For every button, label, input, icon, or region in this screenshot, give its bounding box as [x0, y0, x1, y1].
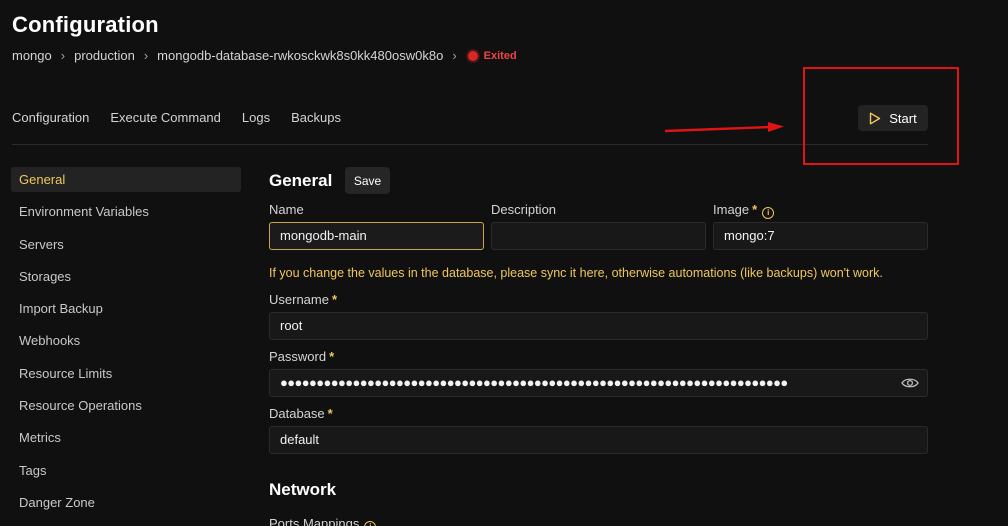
- breadcrumb: mongo › production › mongodb-database-rw…: [12, 48, 517, 63]
- sidebar-item-resource-operations[interactable]: Resource Operations: [11, 393, 241, 425]
- tab-bar: Configuration Execute Command Logs Backu…: [12, 110, 362, 125]
- eye-icon[interactable]: [901, 376, 919, 390]
- status-badge: Exited: [483, 49, 517, 62]
- sidebar-item-general[interactable]: General: [11, 167, 241, 192]
- status-dot-icon: [467, 50, 478, 61]
- database-label: Database *: [269, 406, 333, 421]
- arrow-annotation: [664, 122, 784, 133]
- annotation-highlight-box: [803, 67, 959, 165]
- required-mark: *: [331, 292, 338, 307]
- name-label: Name: [269, 202, 304, 217]
- username-input[interactable]: root: [269, 312, 928, 340]
- tab-logs[interactable]: Logs: [242, 110, 270, 125]
- tab-execute-command[interactable]: Execute Command: [110, 110, 221, 125]
- save-button[interactable]: Save: [345, 167, 390, 194]
- password-input[interactable]: ●●●●●●●●●●●●●●●●●●●●●●●●●●●●●●●●●●●●●●●●…: [269, 369, 928, 397]
- chevron-right-icon: ›: [143, 48, 149, 63]
- sidebar-item-import-backup[interactable]: Import Backup: [11, 296, 241, 328]
- breadcrumb-resource[interactable]: mongodb-database-rwkosckwk8s0kk480osw0k8…: [157, 48, 443, 63]
- required-mark: *: [329, 349, 335, 364]
- sidebar-item-environment-variables[interactable]: Environment Variables: [11, 199, 241, 231]
- breadcrumb-environment[interactable]: production: [74, 48, 135, 63]
- tabs-divider: [12, 144, 928, 145]
- password-label: Password *: [269, 349, 335, 364]
- name-input[interactable]: mongodb-main: [269, 222, 484, 250]
- info-icon[interactable]: i: [762, 207, 775, 219]
- username-label: Username *: [269, 292, 338, 307]
- image-label: Image * i: [713, 202, 775, 219]
- configuration-page: Configuration mongo › production › mongo…: [0, 0, 1008, 526]
- sidebar-item-storages[interactable]: Storages: [11, 264, 241, 296]
- image-input[interactable]: mongo:7: [713, 222, 928, 250]
- sidebar-item-tags[interactable]: Tags: [11, 458, 241, 490]
- password-value: ●●●●●●●●●●●●●●●●●●●●●●●●●●●●●●●●●●●●●●●●…: [280, 375, 788, 390]
- tab-backups[interactable]: Backups: [291, 110, 341, 125]
- chevron-right-icon: ›: [60, 48, 66, 63]
- general-section-title: General: [269, 171, 333, 190]
- description-label: Description: [491, 202, 557, 217]
- required-mark: *: [327, 406, 333, 421]
- sidebar-item-danger-zone[interactable]: Danger Zone: [11, 490, 241, 522]
- description-input[interactable]: [491, 222, 706, 250]
- sidebar-item-resource-limits[interactable]: Resource Limits: [11, 361, 241, 393]
- breadcrumb-project[interactable]: mongo: [12, 48, 52, 63]
- sidebar: General Environment Variables Servers St…: [11, 167, 241, 522]
- database-input[interactable]: default: [269, 426, 928, 454]
- info-icon[interactable]: i: [364, 521, 377, 526]
- page-title: Configuration: [12, 12, 159, 37]
- sidebar-item-metrics[interactable]: Metrics: [11, 425, 241, 457]
- sync-warning: If you change the values in the database…: [269, 266, 883, 280]
- sidebar-item-webhooks[interactable]: Webhooks: [11, 328, 241, 360]
- chevron-right-icon: ›: [452, 48, 457, 63]
- network-section-title: Network: [269, 480, 337, 499]
- sidebar-item-servers[interactable]: Servers: [11, 232, 241, 264]
- ports-mappings-label: Ports Mappingsi: [269, 516, 377, 526]
- required-mark: *: [752, 202, 758, 217]
- tab-configuration[interactable]: Configuration: [12, 110, 89, 125]
